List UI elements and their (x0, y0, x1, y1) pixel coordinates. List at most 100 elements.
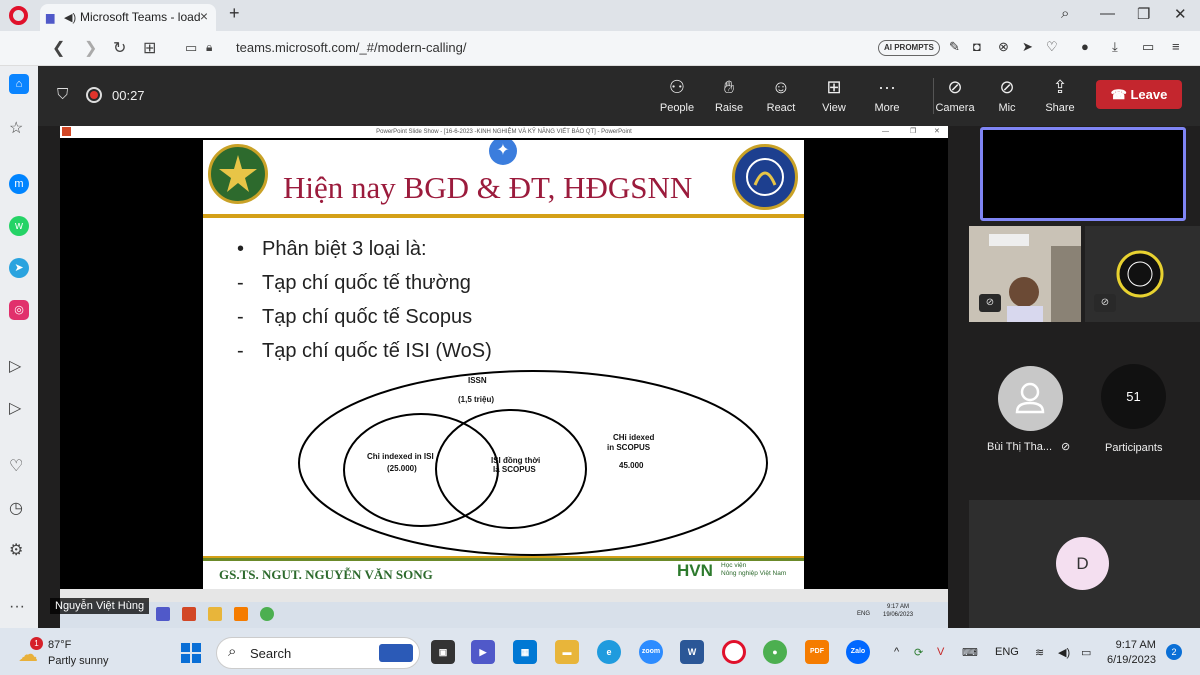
participant-name: Bùi Thị Tha... (987, 441, 1053, 453)
participant-video-1[interactable]: ⊘ (969, 226, 1081, 322)
participant-avatar[interactable] (998, 366, 1063, 431)
lock-icon[interactable]: 🔒︎ (206, 40, 212, 55)
edge-icon[interactable]: e (597, 640, 621, 664)
vietkey-icon[interactable]: V (937, 646, 944, 658)
language-indicator[interactable]: ENG (995, 646, 1019, 658)
url-field[interactable]: teams.microsoft.com/_#/modern-calling/ (236, 40, 466, 55)
menu-icon[interactable]: ≡ (1172, 39, 1180, 54)
forward-icon[interactable]: ❯ (84, 38, 97, 58)
opera-logo-icon[interactable] (9, 6, 28, 25)
task-view-icon[interactable]: ▣ (431, 640, 455, 664)
browser-tab-bar: ▆ ◀) Microsoft Teams - loadi × + ⌕ — ❐ ✕ (0, 0, 1200, 31)
participant-avatar-d[interactable]: D (1056, 537, 1109, 590)
notification-badge[interactable]: 2 (1166, 644, 1182, 660)
send-icon[interactable]: ➤ (1022, 39, 1033, 55)
weather-badge: 1 (30, 637, 43, 650)
leave-button[interactable]: ☎ Leave (1096, 80, 1182, 109)
battery-tray-icon[interactable]: ▭ (1081, 646, 1091, 659)
overlap-label-2: là SCOPUS (493, 465, 536, 474)
battery-icon[interactable]: ▭ (1142, 39, 1154, 55)
taskbar-search[interactable]: ⌕ Search (216, 637, 420, 669)
instagram-icon[interactable]: ◎ (9, 300, 29, 320)
self-video-tile[interactable] (980, 127, 1186, 221)
hand-icon: ✋︎ (723, 77, 735, 97)
react-button[interactable]: ☺ React (755, 75, 807, 114)
teams-chat-icon[interactable]: ▶ (471, 640, 495, 664)
pdf-icon[interactable]: PDF (805, 640, 829, 664)
camera-permission-icon[interactable]: ▭ (185, 40, 197, 56)
show-hidden-icon[interactable]: ^ (894, 646, 899, 658)
browser-tab[interactable]: ▆ ◀) Microsoft Teams - loadi × (40, 4, 216, 31)
download-icon[interactable]: ⤓ (1112, 39, 1118, 55)
file-explorer-icon[interactable]: ▬ (555, 640, 579, 664)
ppt-title-bar: PowerPoint Slide Show - [16-6-2023 -KINH… (60, 126, 948, 138)
heart-icon[interactable]: ♡ (1046, 39, 1058, 55)
search-tabs-icon[interactable]: ⌕ (1061, 5, 1069, 22)
telegram-icon[interactable]: ➤ (9, 258, 29, 278)
ppt-close-icon[interactable]: ✕ (934, 126, 940, 138)
reload-icon[interactable]: ↻ (113, 38, 126, 58)
view-button[interactable]: ⊞ View (808, 75, 860, 114)
ppt-minimize-icon[interactable]: — (882, 126, 889, 138)
store-icon[interactable]: ▦ (513, 640, 537, 664)
phone-hangup-icon: ☎ (1110, 87, 1131, 102)
flow-icon[interactable]: ▷ (9, 398, 21, 418)
volume-icon[interactable]: ◀) (1058, 646, 1070, 659)
people-button[interactable]: ⚇ People (651, 75, 703, 114)
remote-taskbar: ENG (60, 602, 948, 628)
back-icon[interactable]: ❮ (52, 38, 65, 58)
participants-count-button[interactable]: 51 (1101, 364, 1166, 429)
player-icon[interactable]: ▷ (9, 356, 21, 376)
more-button[interactable]: ··· More (861, 75, 913, 114)
minimize-icon[interactable]: — (1100, 5, 1115, 22)
isi-only-label: Chỉ indexed in ISI (367, 452, 434, 461)
keyboard-icon[interactable]: ⌨ (962, 646, 978, 659)
messenger-icon[interactable]: m (9, 174, 29, 194)
camera-button[interactable]: ⊘ Camera (929, 75, 981, 114)
edit-icon[interactable]: ✎ (949, 39, 960, 55)
restore-icon[interactable]: ❐ (1137, 5, 1150, 23)
home-icon[interactable]: ⌂ (9, 74, 29, 94)
grid-icon: ⊞ (826, 77, 842, 97)
ai-prompts-button[interactable]: AI PROMPTS (878, 40, 940, 56)
more-sidebar-icon[interactable]: ··· (9, 598, 25, 616)
close-window-icon[interactable]: ✕ (1174, 5, 1187, 23)
taskbar-clock[interactable]: 9:17 AM 6/19/2023 (1107, 638, 1156, 668)
search-highlight-icon (379, 644, 413, 662)
star-icon[interactable]: ☆ (9, 118, 23, 138)
speaker-icon[interactable]: ◀) (64, 11, 76, 24)
scopus-only-label-1: CHỉ idexed (613, 433, 655, 442)
zalo-icon[interactable]: Zalo (846, 640, 870, 664)
venn-diagram (298, 370, 768, 556)
search-label: Search (250, 646, 292, 661)
profile-icon[interactable]: ● (1081, 39, 1089, 54)
remote-clock: 9:17 AM 19/06/2023 (883, 604, 914, 618)
mic-button[interactable]: ⊘ Mic (981, 75, 1033, 114)
mic-muted-icon: ⊘ (979, 294, 1001, 312)
scopus-only-label-2: in SCOPUS (607, 443, 651, 452)
word-icon[interactable]: W (680, 640, 704, 664)
participant-video-2[interactable]: ⊘ (1085, 226, 1200, 322)
wifi-icon[interactable]: ≋ (1035, 646, 1044, 659)
whatsapp-icon[interactable]: w (9, 216, 29, 236)
ppt-status-bar (60, 589, 948, 602)
tabs-grid-icon[interactable]: ⊞ (143, 38, 156, 58)
raise-hand-button[interactable]: ✋︎ Raise (703, 75, 755, 114)
windows-start-icon[interactable] (181, 643, 201, 663)
sync-icon[interactable]: ⟳ (914, 646, 923, 659)
leave-label: Leave (1130, 87, 1168, 102)
history-icon[interactable]: ◷ (9, 498, 23, 518)
chrome-icon[interactable]: ● (763, 640, 787, 664)
share-button[interactable]: ⇪ Share (1034, 75, 1086, 114)
favorites-icon[interactable]: ♡ (9, 456, 23, 476)
isi-only-count: (25.000) (387, 464, 417, 473)
opera-taskbar-icon[interactable] (722, 640, 746, 664)
participants-count: 51 (1126, 389, 1141, 404)
new-tab-button[interactable]: + (229, 3, 240, 24)
zoom-icon[interactable]: zoom (639, 640, 663, 664)
settings-gear-icon[interactable]: ⚙ (9, 540, 23, 560)
block-icon[interactable]: ⊗ (998, 39, 1009, 55)
snapshot-icon[interactable]: ◘ (973, 39, 981, 54)
ppt-restore-icon[interactable]: ❐ (910, 126, 916, 138)
close-tab-icon[interactable]: × (200, 8, 208, 24)
